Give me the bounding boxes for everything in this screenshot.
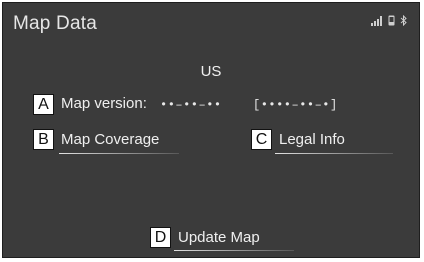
signal-bars-icon xyxy=(371,16,382,26)
map-version-bracket-value: [••••–••–•] xyxy=(253,98,338,112)
legal-info-underline xyxy=(275,153,393,154)
callout-a: A xyxy=(33,94,54,115)
status-bar xyxy=(371,15,407,26)
update-map-underline xyxy=(174,250,294,251)
callout-c: C xyxy=(251,129,272,150)
page-title: Map Data xyxy=(13,13,97,34)
legal-info-button[interactable]: Legal Info xyxy=(279,131,345,148)
bluetooth-icon xyxy=(400,15,407,26)
map-region: US xyxy=(200,63,222,80)
callout-d: D xyxy=(150,227,171,248)
map-version-label: Map version: xyxy=(61,95,147,112)
map-data-screen: Map Data US A Map version: ••–••–•• [•••… xyxy=(2,2,420,258)
map-version-value: ••–••–•• xyxy=(160,98,222,112)
phone-icon xyxy=(388,15,395,26)
map-coverage-button[interactable]: Map Coverage xyxy=(61,131,159,148)
update-map-button[interactable]: Update Map xyxy=(178,229,260,246)
callout-b: B xyxy=(33,129,54,150)
map-coverage-underline xyxy=(59,153,179,154)
